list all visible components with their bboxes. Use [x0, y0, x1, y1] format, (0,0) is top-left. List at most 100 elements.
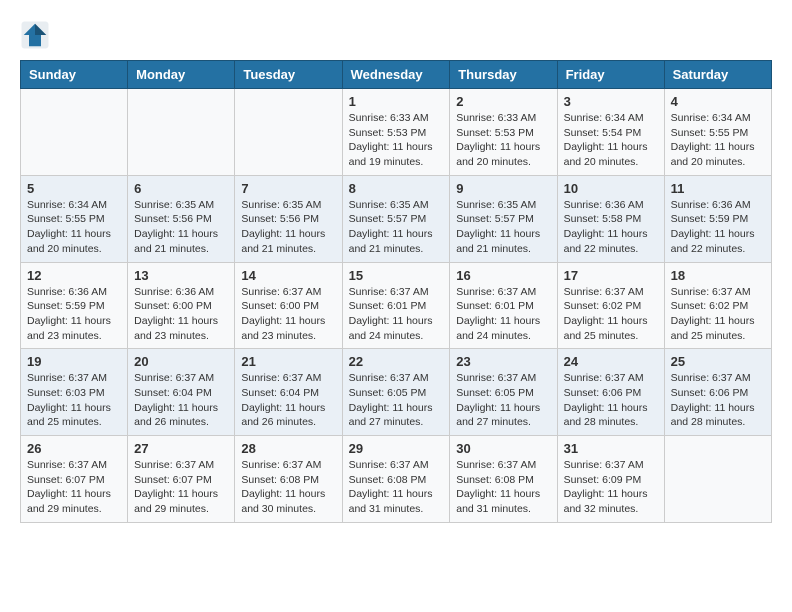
calendar-cell: 27 Sunrise: 6:37 AM Sunset: 6:07 PM Dayli…	[128, 436, 235, 523]
day-info: Sunrise: 6:35 AM Sunset: 5:57 PM Dayligh…	[349, 198, 444, 257]
day-info: Sunrise: 6:37 AM Sunset: 6:05 PM Dayligh…	[456, 371, 550, 430]
day-info: Sunrise: 6:37 AM Sunset: 6:07 PM Dayligh…	[134, 458, 228, 517]
day-number: 31	[564, 441, 658, 456]
calendar-cell: 15 Sunrise: 6:37 AM Sunset: 6:01 PM Dayli…	[342, 262, 450, 349]
day-info: Sunrise: 6:37 AM Sunset: 6:08 PM Dayligh…	[349, 458, 444, 517]
day-info: Sunrise: 6:37 AM Sunset: 6:01 PM Dayligh…	[349, 285, 444, 344]
day-info: Sunrise: 6:33 AM Sunset: 5:53 PM Dayligh…	[349, 111, 444, 170]
calendar-week-row: 5 Sunrise: 6:34 AM Sunset: 5:55 PM Daylig…	[21, 175, 772, 262]
day-number: 24	[564, 354, 658, 369]
calendar-cell: 21 Sunrise: 6:37 AM Sunset: 6:04 PM Dayli…	[235, 349, 342, 436]
calendar-cell: 24 Sunrise: 6:37 AM Sunset: 6:06 PM Dayli…	[557, 349, 664, 436]
day-number: 27	[134, 441, 228, 456]
calendar-cell: 20 Sunrise: 6:37 AM Sunset: 6:04 PM Dayli…	[128, 349, 235, 436]
calendar-cell: 16 Sunrise: 6:37 AM Sunset: 6:01 PM Dayli…	[450, 262, 557, 349]
calendar-cell: 10 Sunrise: 6:36 AM Sunset: 5:58 PM Dayli…	[557, 175, 664, 262]
day-info: Sunrise: 6:34 AM Sunset: 5:55 PM Dayligh…	[27, 198, 121, 257]
calendar-cell: 5 Sunrise: 6:34 AM Sunset: 5:55 PM Daylig…	[21, 175, 128, 262]
calendar-cell	[128, 89, 235, 176]
day-number: 9	[456, 181, 550, 196]
day-number: 16	[456, 268, 550, 283]
calendar-table: SundayMondayTuesdayWednesdayThursdayFrid…	[20, 60, 772, 523]
day-number: 7	[241, 181, 335, 196]
calendar-cell: 22 Sunrise: 6:37 AM Sunset: 6:05 PM Dayli…	[342, 349, 450, 436]
calendar-cell: 26 Sunrise: 6:37 AM Sunset: 6:07 PM Dayli…	[21, 436, 128, 523]
day-info: Sunrise: 6:36 AM Sunset: 5:59 PM Dayligh…	[671, 198, 765, 257]
calendar-cell: 3Sunrise: 6:34 AM Sunset: 5:54 PM Daylig…	[557, 89, 664, 176]
day-number: 21	[241, 354, 335, 369]
calendar-cell: 29 Sunrise: 6:37 AM Sunset: 6:08 PM Dayli…	[342, 436, 450, 523]
calendar-cell: 18 Sunrise: 6:37 AM Sunset: 6:02 PM Dayli…	[664, 262, 771, 349]
day-number: 3	[564, 94, 658, 109]
day-info: Sunrise: 6:37 AM Sunset: 6:06 PM Dayligh…	[671, 371, 765, 430]
calendar-cell: 19Sunrise: 6:37 AM Sunset: 6:03 PM Dayli…	[21, 349, 128, 436]
weekday-header: Wednesday	[342, 61, 450, 89]
calendar-cell: 13 Sunrise: 6:36 AM Sunset: 6:00 PM Dayli…	[128, 262, 235, 349]
day-info: Sunrise: 6:37 AM Sunset: 6:04 PM Dayligh…	[241, 371, 335, 430]
day-number: 10	[564, 181, 658, 196]
day-info: Sunrise: 6:35 AM Sunset: 5:56 PM Dayligh…	[134, 198, 228, 257]
calendar-week-row: 12Sunrise: 6:36 AM Sunset: 5:59 PM Dayli…	[21, 262, 772, 349]
day-info: Sunrise: 6:37 AM Sunset: 6:04 PM Dayligh…	[134, 371, 228, 430]
day-info: Sunrise: 6:37 AM Sunset: 6:08 PM Dayligh…	[241, 458, 335, 517]
page-header	[20, 20, 772, 50]
day-number: 30	[456, 441, 550, 456]
calendar-week-row: 1 Sunrise: 6:33 AM Sunset: 5:53 PM Daylig…	[21, 89, 772, 176]
calendar-cell: 6 Sunrise: 6:35 AM Sunset: 5:56 PM Daylig…	[128, 175, 235, 262]
day-number: 28	[241, 441, 335, 456]
day-info: Sunrise: 6:37 AM Sunset: 6:07 PM Dayligh…	[27, 458, 121, 517]
day-info: Sunrise: 6:37 AM Sunset: 6:01 PM Dayligh…	[456, 285, 550, 344]
calendar-cell: 2 Sunrise: 6:33 AM Sunset: 5:53 PM Daylig…	[450, 89, 557, 176]
calendar-cell	[235, 89, 342, 176]
calendar-cell: 28 Sunrise: 6:37 AM Sunset: 6:08 PM Dayli…	[235, 436, 342, 523]
day-number: 23	[456, 354, 550, 369]
day-number: 25	[671, 354, 765, 369]
logo-icon	[20, 20, 50, 50]
calendar-cell: 7 Sunrise: 6:35 AM Sunset: 5:56 PM Daylig…	[235, 175, 342, 262]
day-info: Sunrise: 6:35 AM Sunset: 5:56 PM Dayligh…	[241, 198, 335, 257]
day-number: 29	[349, 441, 444, 456]
weekday-header: Friday	[557, 61, 664, 89]
day-info: Sunrise: 6:37 AM Sunset: 6:00 PM Dayligh…	[241, 285, 335, 344]
weekday-header: Tuesday	[235, 61, 342, 89]
day-info: Sunrise: 6:37 AM Sunset: 6:05 PM Dayligh…	[349, 371, 444, 430]
calendar-cell: 25 Sunrise: 6:37 AM Sunset: 6:06 PM Dayli…	[664, 349, 771, 436]
day-number: 11	[671, 181, 765, 196]
calendar-cell: 17 Sunrise: 6:37 AM Sunset: 6:02 PM Dayli…	[557, 262, 664, 349]
day-number: 15	[349, 268, 444, 283]
day-info: Sunrise: 6:37 AM Sunset: 6:02 PM Dayligh…	[564, 285, 658, 344]
day-number: 18	[671, 268, 765, 283]
day-number: 8	[349, 181, 444, 196]
day-number: 22	[349, 354, 444, 369]
day-number: 26	[27, 441, 121, 456]
day-info: Sunrise: 6:33 AM Sunset: 5:53 PM Dayligh…	[456, 111, 550, 170]
day-number: 1	[349, 94, 444, 109]
day-info: Sunrise: 6:37 AM Sunset: 6:02 PM Dayligh…	[671, 285, 765, 344]
calendar-cell: 14 Sunrise: 6:37 AM Sunset: 6:00 PM Dayli…	[235, 262, 342, 349]
day-number: 4	[671, 94, 765, 109]
calendar-cell: 1 Sunrise: 6:33 AM Sunset: 5:53 PM Daylig…	[342, 89, 450, 176]
day-info: Sunrise: 6:36 AM Sunset: 6:00 PM Dayligh…	[134, 285, 228, 344]
day-info: Sunrise: 6:34 AM Sunset: 5:55 PM Dayligh…	[671, 111, 765, 170]
day-info: Sunrise: 6:37 AM Sunset: 6:06 PM Dayligh…	[564, 371, 658, 430]
calendar-cell: 9Sunrise: 6:35 AM Sunset: 5:57 PM Daylig…	[450, 175, 557, 262]
day-number: 13	[134, 268, 228, 283]
calendar-week-row: 19Sunrise: 6:37 AM Sunset: 6:03 PM Dayli…	[21, 349, 772, 436]
weekday-header: Saturday	[664, 61, 771, 89]
day-number: 2	[456, 94, 550, 109]
calendar-cell	[21, 89, 128, 176]
calendar-cell: 12Sunrise: 6:36 AM Sunset: 5:59 PM Dayli…	[21, 262, 128, 349]
calendar-header-row: SundayMondayTuesdayWednesdayThursdayFrid…	[21, 61, 772, 89]
day-number: 20	[134, 354, 228, 369]
calendar-cell: 31Sunrise: 6:37 AM Sunset: 6:09 PM Dayli…	[557, 436, 664, 523]
weekday-header: Thursday	[450, 61, 557, 89]
day-number: 6	[134, 181, 228, 196]
calendar-cell: 8 Sunrise: 6:35 AM Sunset: 5:57 PM Daylig…	[342, 175, 450, 262]
day-number: 17	[564, 268, 658, 283]
day-info: Sunrise: 6:36 AM Sunset: 5:58 PM Dayligh…	[564, 198, 658, 257]
day-number: 5	[27, 181, 121, 196]
logo	[20, 20, 54, 50]
day-number: 14	[241, 268, 335, 283]
day-info: Sunrise: 6:37 AM Sunset: 6:03 PM Dayligh…	[27, 371, 121, 430]
calendar-cell: 30Sunrise: 6:37 AM Sunset: 6:08 PM Dayli…	[450, 436, 557, 523]
